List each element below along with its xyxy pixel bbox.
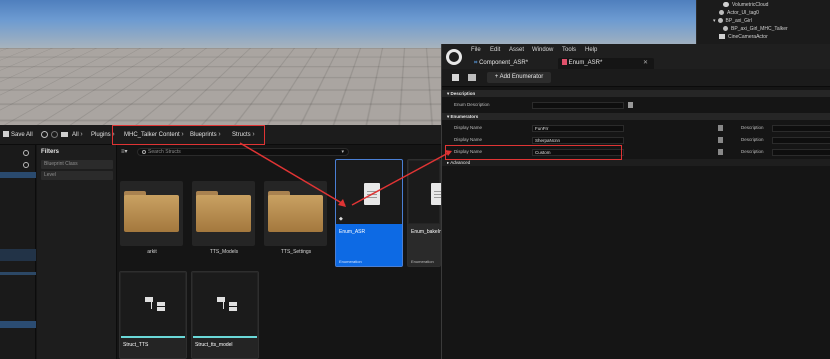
arrow-line [351,151,451,206]
arrow-head [445,150,452,156]
arrow-head [338,199,346,207]
annotation-arrows [239,142,452,207]
arrow-line [239,142,346,206]
